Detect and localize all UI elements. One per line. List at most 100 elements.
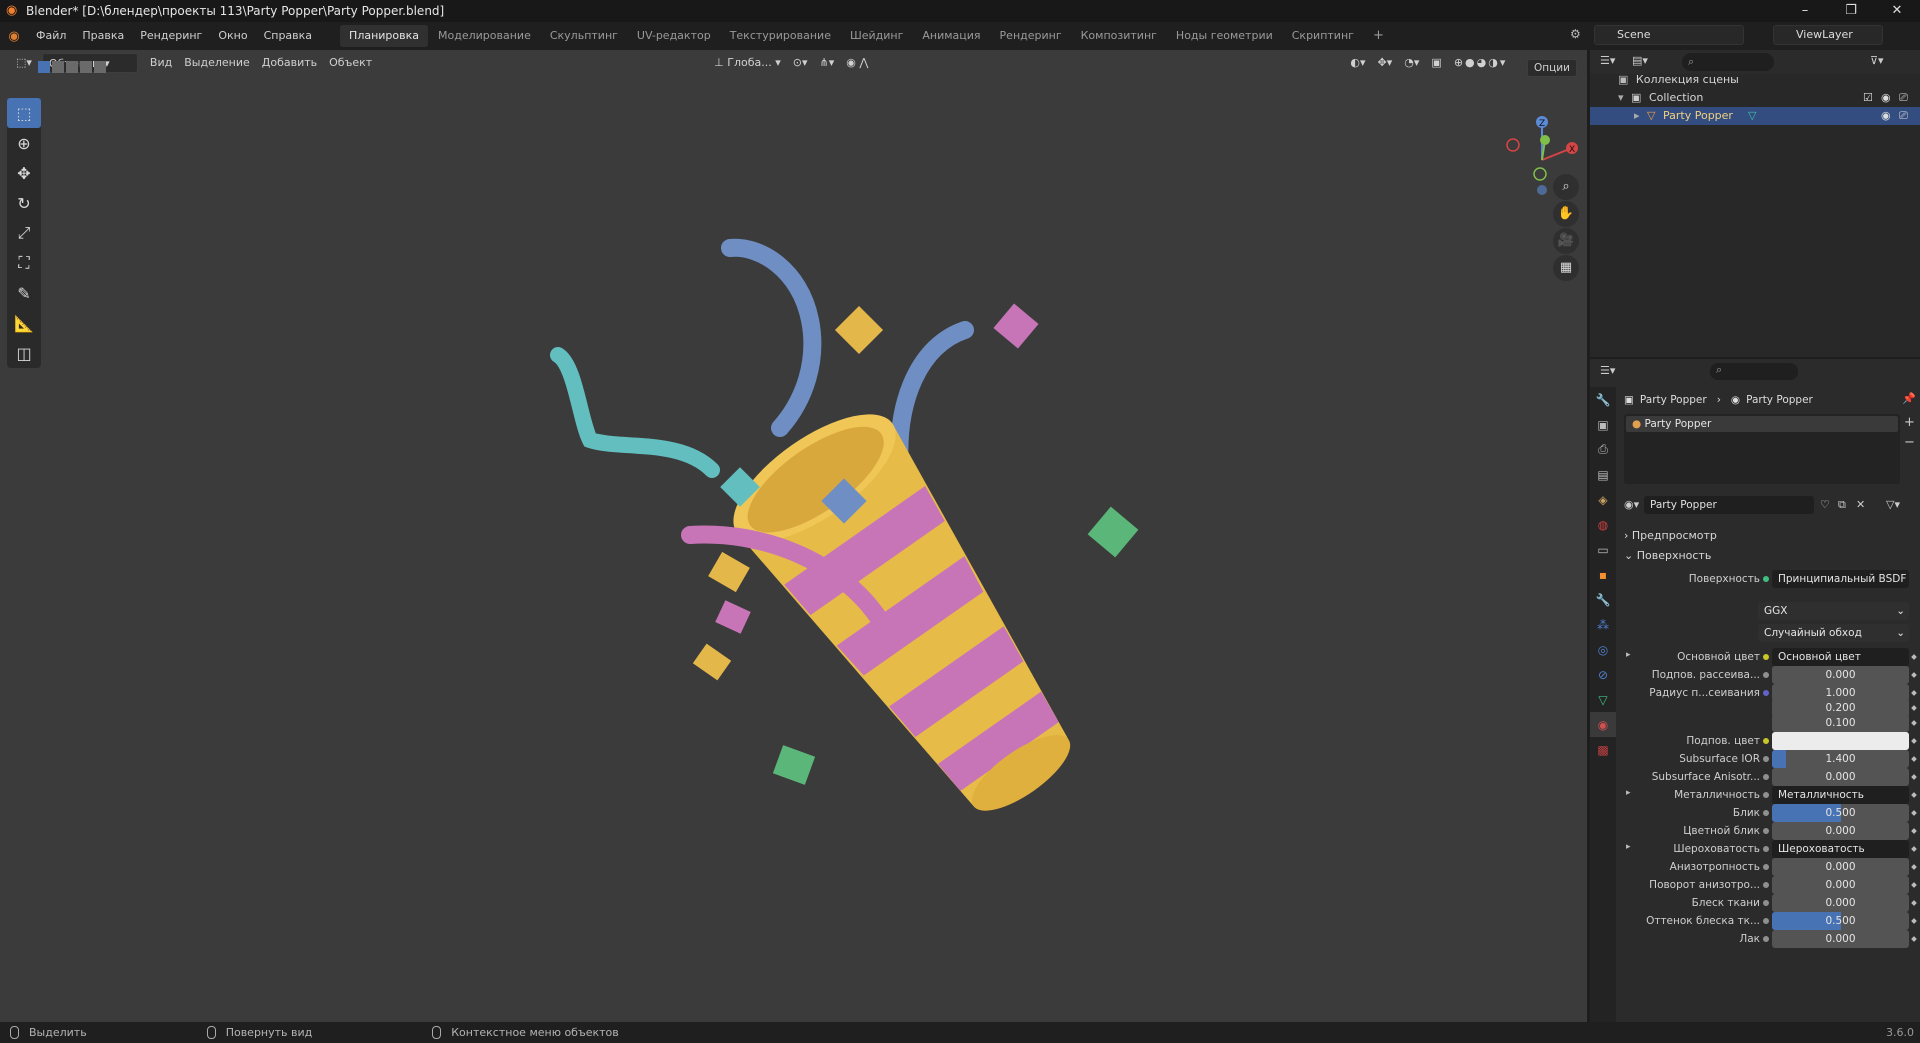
distribution-select[interactable]: GGX ⌄ (1758, 602, 1909, 620)
socket-dot-icon[interactable] (1763, 774, 1769, 780)
keyframe-icon[interactable] (1911, 918, 1917, 924)
collection-visibility-icon[interactable]: ◉ (1881, 89, 1891, 107)
expand-input-icon[interactable]: ▸ (1626, 788, 1631, 798)
tab-uv-editing[interactable]: UV-редактор (628, 25, 720, 47)
party-popper-scene[interactable] (0, 50, 1587, 1022)
render-tab-icon[interactable]: ▣ (1590, 412, 1616, 437)
data-tab-icon[interactable]: ▽ (1590, 687, 1616, 712)
keyframe-icon[interactable] (1911, 654, 1917, 660)
unlink-material-icon[interactable]: ✕ (1856, 498, 1865, 511)
menu-file[interactable]: Файл (28, 22, 74, 50)
blender-menu-icon[interactable]: ◉ (0, 29, 28, 44)
tab-texture-paint[interactable]: Текстурирование (721, 25, 840, 47)
expand-input-icon[interactable]: ▸ (1626, 842, 1631, 852)
filter-icon[interactable]: ⊽▾ (1870, 54, 1884, 67)
value-field[interactable]: 0.000 (1772, 894, 1909, 912)
tab-sculpting[interactable]: Скульптинг (541, 25, 627, 47)
keyframe-icon[interactable] (1911, 936, 1917, 942)
keyframe-icon[interactable] (1911, 900, 1917, 906)
object-render-icon[interactable]: ⎚ (1899, 107, 1908, 125)
keyframe-icon[interactable] (1911, 828, 1917, 834)
socket-dot-icon[interactable] (1763, 846, 1769, 852)
material-slot-item[interactable]: ● Party Popper (1626, 416, 1898, 432)
collection-expand-icon[interactable]: ▾ (1618, 91, 1624, 104)
modifier-tab-icon[interactable]: 🔧 (1590, 587, 1616, 612)
object-expand-icon[interactable]: ▸ (1634, 109, 1640, 122)
tab-modeling[interactable]: Моделирование (429, 25, 540, 47)
keyframe-icon[interactable] (1911, 672, 1917, 678)
socket-dot-icon[interactable] (1763, 864, 1769, 870)
keyframe-icon[interactable] (1911, 774, 1917, 780)
material-browse-icon[interactable]: ◉▾ (1624, 498, 1639, 511)
keyframe-icon[interactable] (1911, 864, 1917, 870)
tab-scripting[interactable]: Скриптинг (1283, 25, 1363, 47)
value-field[interactable]: 0.000 (1772, 822, 1909, 840)
value-field[interactable]: 0.000 (1772, 876, 1909, 894)
3d-viewport[interactable]: ⬚▾ Объекты ▾ Вид Выделение Добавить Объе… (0, 50, 1587, 1022)
constraints-tab-icon[interactable]: ⊘ (1590, 662, 1616, 687)
socket-dot-icon[interactable] (1763, 882, 1769, 888)
tab-shading[interactable]: Шейдинг (841, 25, 912, 47)
socket-dot-icon[interactable] (1763, 792, 1769, 798)
keyframe-icon[interactable] (1911, 846, 1917, 852)
value-field[interactable]: 0.000 (1772, 858, 1909, 876)
outliner-editor-icon[interactable]: ☰▾ (1600, 54, 1615, 67)
keyframe-icon[interactable] (1911, 738, 1917, 744)
linked-input-field[interactable]: Шероховатость (1772, 840, 1909, 858)
linked-input-field[interactable]: Основной цвет (1772, 648, 1909, 666)
socket-dot-icon[interactable] (1763, 918, 1769, 924)
collection-render-icon[interactable]: ⎚ (1899, 89, 1908, 107)
keyframe-icon[interactable] (1911, 756, 1917, 762)
material-slot-list[interactable]: ● Party Popper (1624, 414, 1900, 484)
color-swatch[interactable] (1772, 732, 1909, 750)
collection-row[interactable]: ▾ ▣ Collection ☑ ◉ ⎚ (1590, 89, 1920, 107)
keyframe-icon[interactable] (1911, 720, 1917, 726)
material-link-icon[interactable]: ▽▾ (1886, 498, 1900, 511)
preview-section-header[interactable]: › Предпросмотр (1624, 526, 1717, 546)
socket-dot-icon[interactable] (1763, 672, 1769, 678)
socket-dot-icon[interactable] (1763, 828, 1769, 834)
properties-editor-icon[interactable]: ☰▾ (1600, 364, 1615, 377)
material-tab-icon[interactable]: ◉ (1590, 712, 1616, 737)
value-field[interactable]: 0.000 (1772, 666, 1909, 684)
menu-render[interactable]: Рендеринг (132, 22, 210, 50)
scene-selector[interactable]: Scene (1594, 25, 1744, 45)
menu-help[interactable]: Справка (256, 22, 320, 50)
value-field[interactable]: 1.400 (1772, 750, 1909, 768)
tool-tab-icon[interactable]: 🔧 (1590, 387, 1616, 412)
value-field[interactable]: 0.000 (1772, 768, 1909, 786)
scene-collection-row[interactable]: ▣ Коллекция сцены (1590, 71, 1920, 89)
world-tab-icon[interactable]: ◍ (1590, 512, 1616, 537)
add-workspace-button[interactable]: + (1364, 25, 1393, 47)
tab-rendering[interactable]: Рендеринг (991, 25, 1071, 47)
socket-dot-icon[interactable] (1763, 756, 1769, 762)
socket-dot-icon[interactable] (1763, 900, 1769, 906)
particles-tab-icon[interactable]: ⁂ (1590, 612, 1616, 637)
socket-dot-icon[interactable] (1763, 654, 1769, 660)
socket-dot-icon[interactable] (1763, 690, 1769, 696)
socket-dot-icon[interactable] (1763, 738, 1769, 744)
duplicate-material-icon[interactable]: ⧉ (1838, 498, 1846, 512)
tab-compositing[interactable]: Композитинг (1072, 25, 1166, 47)
properties-search-icon[interactable]: ⌕ (1710, 363, 1798, 380)
menu-edit[interactable]: Правка (74, 22, 132, 50)
party-popper-row[interactable]: ▸ ▽ Party Popper ▽ ◉ ⎚ (1590, 107, 1920, 125)
keyframe-icon[interactable] (1911, 810, 1917, 816)
keyframe-icon[interactable] (1911, 705, 1917, 711)
value-field[interactable]: 0.000 (1772, 930, 1909, 948)
close-button[interactable]: ✕ (1874, 0, 1920, 22)
remove-slot-button[interactable]: − (1904, 435, 1915, 450)
tab-layout[interactable]: Планировка (340, 25, 429, 47)
keyframe-icon[interactable] (1911, 690, 1917, 696)
outliner-search-icon[interactable]: ⌕ (1682, 53, 1774, 71)
output-tab-icon[interactable]: ⎙ (1590, 437, 1616, 462)
add-slot-button[interactable]: + (1904, 415, 1915, 430)
tab-animation[interactable]: Анимация (913, 25, 989, 47)
menu-window[interactable]: Окно (210, 22, 255, 50)
texture-tab-icon[interactable]: ▩ (1590, 737, 1616, 762)
display-mode-icon[interactable]: ▤▾ (1632, 54, 1648, 67)
pin-icon[interactable]: 📌 (1902, 392, 1916, 405)
material-name-field[interactable]: Party Popper (1644, 496, 1814, 514)
object-tab-icon[interactable]: ▪ (1590, 562, 1616, 587)
scene-tab-icon[interactable]: ◈ (1590, 487, 1616, 512)
